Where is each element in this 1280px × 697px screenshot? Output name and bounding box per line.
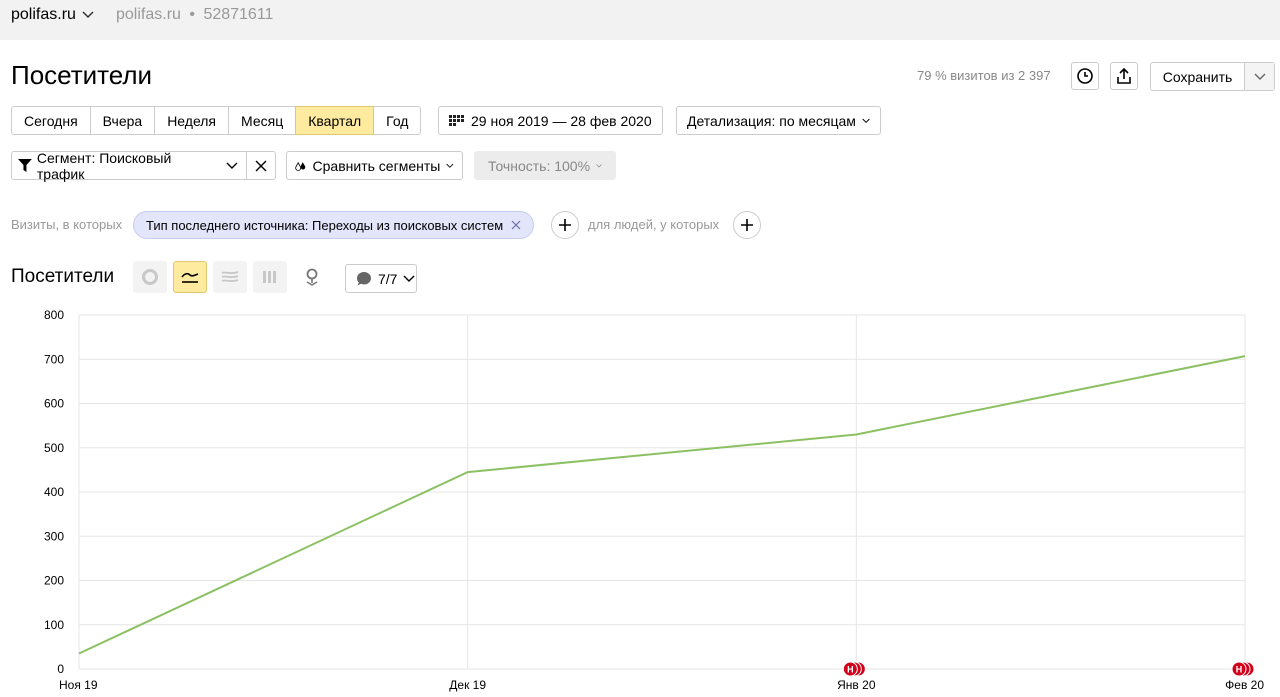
top-bar: polifas.ru polifas.ru • 52871611 [0,0,1280,40]
segment-label: Сегмент: Поисковый трафик [36,149,172,182]
x-tick-label: Фев 20 [1225,678,1264,692]
bar-chart-button[interactable] [253,261,287,293]
series-line [78,355,1246,655]
y-tick-label: 200 [44,574,64,588]
counter-id: 52871611 [203,6,274,23]
plus-icon [559,219,571,231]
map-button[interactable] [295,261,329,293]
x-tick-label: Янв 20 [837,678,876,692]
close-icon [255,160,267,171]
pie-chart-button[interactable] [133,261,167,293]
close-icon[interactable] [511,220,521,230]
save-options-toggle[interactable] [1244,63,1274,90]
chevron-down-icon [82,11,94,19]
calendar-icon [449,114,464,126]
counter-info: polifas.ru • 52871611 [116,6,273,24]
clock-icon [1077,68,1093,84]
period-selector: Сегодня Вчера Неделя Месяц Квартал Год [11,106,422,135]
drops-icon [295,161,306,171]
visitors-line-chart: 0 100 200 300 400 500 600 700 800 Ноя 19 Дек 19 Янв… [44,308,1264,692]
annotation-label: Н [1236,665,1243,675]
chevron-down-icon [862,118,870,123]
chevron-down-icon [226,162,238,169]
y-tick-label: 100 [44,618,64,632]
y-tick-label: 600 [44,397,64,411]
share-icon [1117,67,1131,84]
y-tick-label: 0 [57,662,64,676]
plus-icon [741,219,753,231]
area-chart-icon [221,271,239,283]
y-tick-label: 800 [44,308,64,322]
visits-condition-label: Визиты, в которых [11,217,123,232]
add-people-condition-button[interactable] [733,211,761,239]
x-tick-label: Ноя 19 [59,678,98,692]
site-selector[interactable]: polifas.ru [11,6,94,24]
condition-chip[interactable]: Тип последнего источника: Переходы из по… [133,211,535,239]
chevron-down-icon [596,163,602,167]
condition-chip-label: Тип последнего источника: Переходы из по… [146,217,504,233]
line-chart-button[interactable] [173,261,207,293]
separator: • [189,6,195,23]
line-chart-icon [181,272,199,283]
chart-title: Посетители [11,266,115,287]
period-yesterday[interactable]: Вчера [89,106,156,135]
detail-label: Детализация: по месяцам [687,112,856,129]
accuracy-dropdown[interactable]: Точность: 100% [474,151,616,180]
compare-label: Сравнить сегменты [312,157,441,174]
y-tick-label: 300 [44,529,64,543]
clear-segment-button[interactable] [247,151,276,180]
compare-segments-button[interactable]: Сравнить сегменты [286,151,463,180]
chevron-down-icon [403,275,415,282]
visits-note: 79 % визитов из 2 397 [917,68,1051,83]
site-secondary: polifas.ru [116,6,181,23]
history-button[interactable] [1071,62,1099,90]
area-chart-button[interactable] [213,261,247,293]
pie-chart-icon [142,269,158,285]
filter-icon [18,159,32,172]
save-report-button[interactable]: Сохранить [1150,62,1275,91]
period-month[interactable]: Месяц [228,106,297,135]
people-condition-label: для людей, у которых [588,217,720,232]
period-week[interactable]: Неделя [154,106,230,135]
comment-icon [357,271,371,285]
map-icon [306,268,318,286]
period-year[interactable]: Год [373,106,422,135]
segment-selector: Сегмент: Поисковый трафик [11,149,276,182]
chevron-down-icon [446,163,454,168]
annotation-label: Н [847,665,854,675]
page-title: Посетители [11,60,153,90]
y-tick-label: 500 [44,441,64,455]
period-quarter[interactable]: Квартал [295,106,375,135]
y-tick-label: 700 [44,352,64,366]
segment-dropdown[interactable]: Сегмент: Поисковый трафик [11,149,247,182]
date-range-label: 29 ноя 2019 — 28 фев 2020 [471,112,652,129]
chevron-down-icon [1254,73,1265,80]
site-name: polifas.ru [11,6,76,23]
y-tick-label: 400 [44,485,64,499]
goals-count: 7/7 [378,270,398,287]
detail-dropdown[interactable]: Детализация: по месяцам [676,106,881,135]
accuracy-label: Точность: 100% [488,157,591,174]
add-visit-condition-button[interactable] [551,211,579,239]
export-button[interactable] [1110,62,1138,90]
bar-chart-icon [263,271,276,283]
goals-dropdown[interactable]: 7/7 [345,264,417,293]
x-tick-label: Дек 19 [449,678,486,692]
save-label: Сохранить [1162,68,1233,85]
date-range-picker[interactable]: 29 ноя 2019 — 28 фев 2020 [438,106,663,135]
period-today[interactable]: Сегодня [11,106,91,135]
